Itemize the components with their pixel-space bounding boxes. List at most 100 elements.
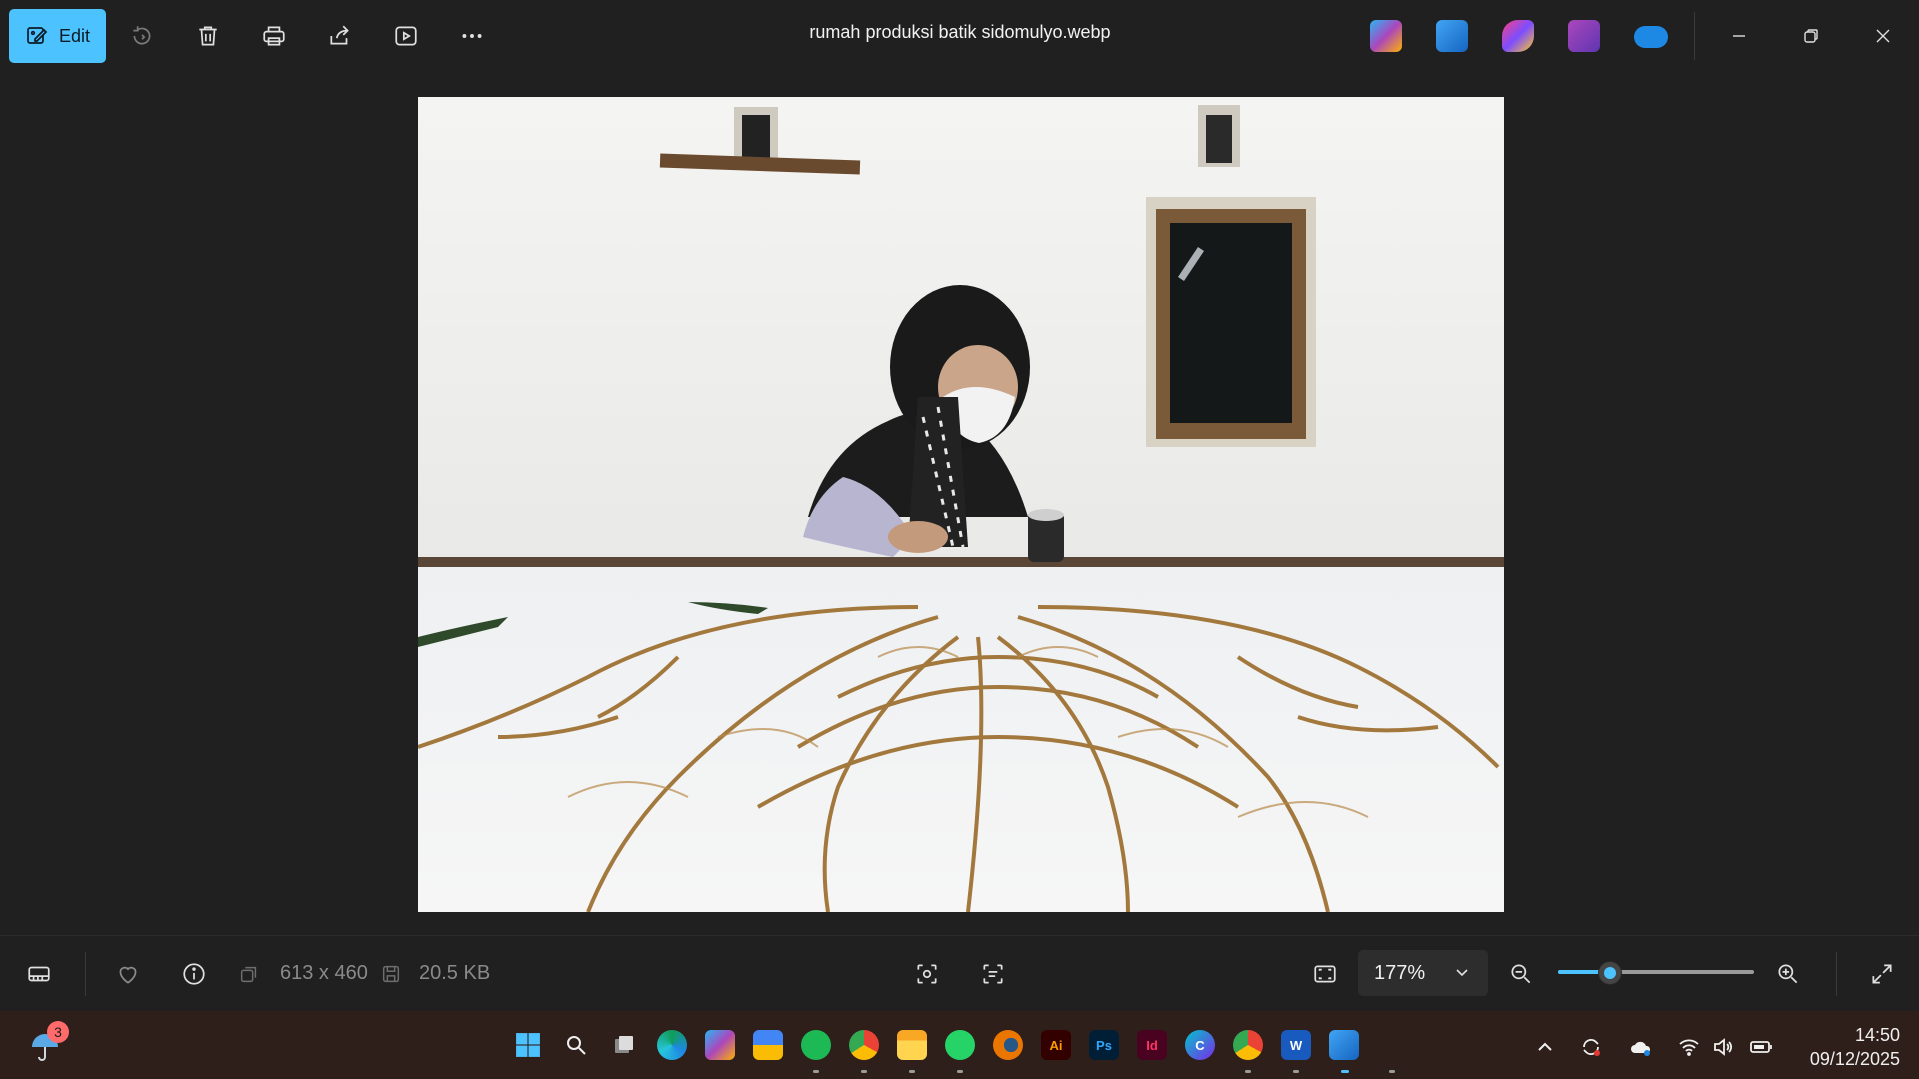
expand-icon	[1872, 964, 1892, 984]
status-divider	[85, 952, 86, 996]
zoom-out-icon	[1511, 964, 1531, 984]
task-view-icon	[615, 1036, 633, 1053]
image-dimensions: 613 x 460	[280, 962, 368, 984]
onedrive-icon[interactable]	[1634, 26, 1668, 48]
favorite-button[interactable]	[112, 958, 144, 990]
photo-canvas[interactable]	[418, 97, 1504, 912]
sync-status-button[interactable]	[1578, 1034, 1604, 1060]
running-indicator	[1245, 1070, 1251, 1073]
weather-notification-badge: 3	[47, 1021, 69, 1043]
title-bar: Edit rumah produksi batik sidomulyo.webp	[0, 0, 1919, 72]
edge-icon[interactable]	[657, 1030, 687, 1060]
store-icon[interactable]	[753, 1030, 783, 1060]
clipchamp-icon[interactable]	[1568, 20, 1600, 52]
restore-button[interactable]	[1788, 14, 1834, 58]
file-info-button[interactable]	[178, 958, 210, 990]
running-indicator	[957, 1070, 963, 1073]
wifi-button[interactable]	[1676, 1034, 1702, 1060]
clock-time: 14:50	[1854, 1025, 1900, 1045]
canva-label: C	[1195, 1037, 1205, 1053]
photo-editor-icon[interactable]	[1436, 20, 1468, 52]
visual-search-icon	[917, 964, 937, 984]
zoom-slider-thumb[interactable]	[1597, 961, 1622, 985]
print-button[interactable]	[252, 14, 296, 58]
photos-icon[interactable]	[1329, 1030, 1359, 1060]
edit-image-icon	[27, 27, 48, 44]
windows-taskbar: 3 Ai Ps Id C W 14:50 09/12/2025	[0, 1011, 1919, 1079]
onedrive-tray-button[interactable]	[1628, 1034, 1654, 1060]
running-indicator	[909, 1070, 915, 1073]
scan-text-icon	[983, 964, 1003, 984]
delete-button[interactable]	[186, 14, 230, 58]
share-button[interactable]	[318, 14, 362, 58]
whatsapp-icon[interactable]	[945, 1030, 975, 1060]
illustrator-label: Ai	[1049, 1037, 1063, 1053]
close-button[interactable]	[1860, 14, 1906, 58]
photoshop-icon[interactable]: Ps	[1089, 1030, 1119, 1060]
zoom-level-value: 177%	[1374, 961, 1426, 984]
battery-button[interactable]	[1748, 1034, 1774, 1060]
volume-button[interactable]	[1710, 1034, 1736, 1060]
save-disk-icon	[382, 965, 400, 983]
wifi-icon	[1679, 1039, 1699, 1056]
chrome-icon[interactable]	[849, 1030, 879, 1060]
filmstrip-icon	[28, 966, 50, 982]
cloud-icon	[1631, 1041, 1651, 1056]
designer-icon[interactable]	[1502, 20, 1534, 52]
zoom-out-button[interactable]	[1505, 958, 1537, 990]
edit-button[interactable]: Edit	[9, 9, 106, 63]
show-hidden-icons-button[interactable]	[1532, 1034, 1558, 1060]
task-view-button[interactable]	[609, 1030, 639, 1060]
fullscreen-button[interactable]	[1866, 958, 1898, 990]
word-icon[interactable]: W	[1281, 1030, 1311, 1060]
filmstrip-button[interactable]	[23, 958, 55, 990]
chevron-up-icon	[1538, 1042, 1552, 1051]
batik-photo-image	[418, 97, 1504, 912]
battery-icon	[1750, 1041, 1772, 1053]
active-indicator	[1341, 1070, 1349, 1073]
status-divider-right	[1836, 952, 1837, 996]
resize-icon	[240, 966, 257, 983]
fit-to-window-button[interactable]	[1309, 958, 1341, 990]
restore-icon	[1804, 29, 1818, 43]
spotify-icon[interactable]	[801, 1030, 831, 1060]
zoom-in-icon	[1778, 964, 1798, 984]
file-size-icon-wrap	[380, 958, 402, 990]
copilot-icon[interactable]	[1370, 20, 1402, 52]
dimensions-icon-wrap	[238, 958, 260, 990]
edit-button-label: Edit	[58, 25, 91, 46]
canva-icon[interactable]: C	[1185, 1030, 1215, 1060]
blender-icon[interactable]	[993, 1030, 1023, 1060]
toolbar-divider	[1694, 12, 1695, 60]
zoom-level-dropdown[interactable]: 177%	[1358, 950, 1488, 996]
rotate-icon	[133, 26, 151, 45]
indesign-label: Id	[1146, 1037, 1158, 1053]
copilot-taskbar-icon[interactable]	[705, 1030, 735, 1060]
more-icon	[462, 34, 482, 38]
illustrator-icon[interactable]: Ai	[1041, 1030, 1071, 1060]
zoom-slider[interactable]	[1558, 961, 1754, 985]
speaker-icon	[1714, 1038, 1732, 1056]
rotate-button[interactable]	[120, 14, 164, 58]
taskbar-search-button[interactable]	[561, 1030, 591, 1060]
windows-logo-icon	[516, 1033, 540, 1057]
indesign-icon[interactable]: Id	[1137, 1030, 1167, 1060]
clock[interactable]: 14:50 09/12/2025	[1780, 1023, 1900, 1071]
file-size: 20.5 KB	[419, 962, 491, 984]
sync-icon	[1583, 1039, 1600, 1056]
minimize-icon	[1733, 35, 1745, 37]
search-icon	[567, 1036, 586, 1055]
slideshow-button[interactable]	[384, 14, 428, 58]
zoom-in-button[interactable]	[1772, 958, 1804, 990]
scan-text-button[interactable]	[977, 958, 1009, 990]
running-indicator	[1293, 1070, 1299, 1073]
minimize-button[interactable]	[1716, 14, 1762, 58]
photoshop-label: Ps	[1096, 1037, 1112, 1053]
more-options-button[interactable]	[450, 14, 494, 58]
visual-search-button[interactable]	[911, 958, 943, 990]
chevron-down-icon	[1456, 969, 1468, 977]
start-button[interactable]	[513, 1030, 543, 1060]
file-explorer-icon[interactable]	[897, 1030, 927, 1060]
chrome-profile-icon[interactable]	[1233, 1030, 1263, 1060]
word-label: W	[1289, 1037, 1303, 1053]
